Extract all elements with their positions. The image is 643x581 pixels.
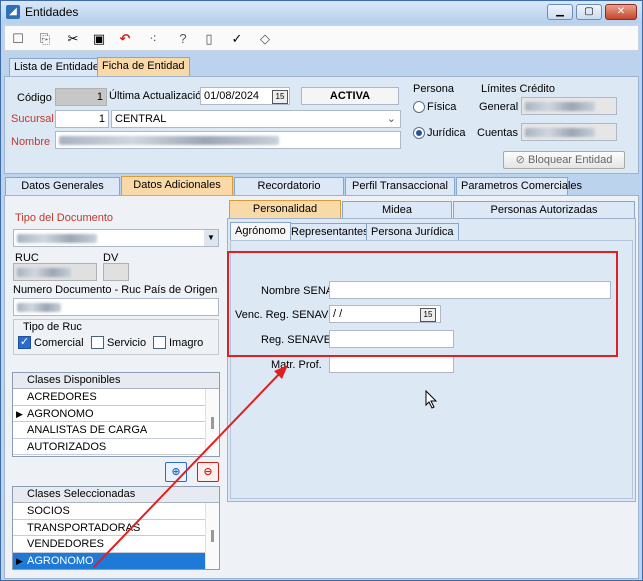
entidades-window: ◢ Entidades ▁ ▢ ✕ ☐ ⎘ ✂ ▣ ↶ ⁖ ? ▯ ✓ ◇ Li…	[0, 0, 643, 581]
annotation-arrow	[93, 365, 288, 568]
mouse-cursor-icon	[425, 390, 438, 409]
subtab-agronomo[interactable]: Agrónomo	[230, 222, 291, 240]
